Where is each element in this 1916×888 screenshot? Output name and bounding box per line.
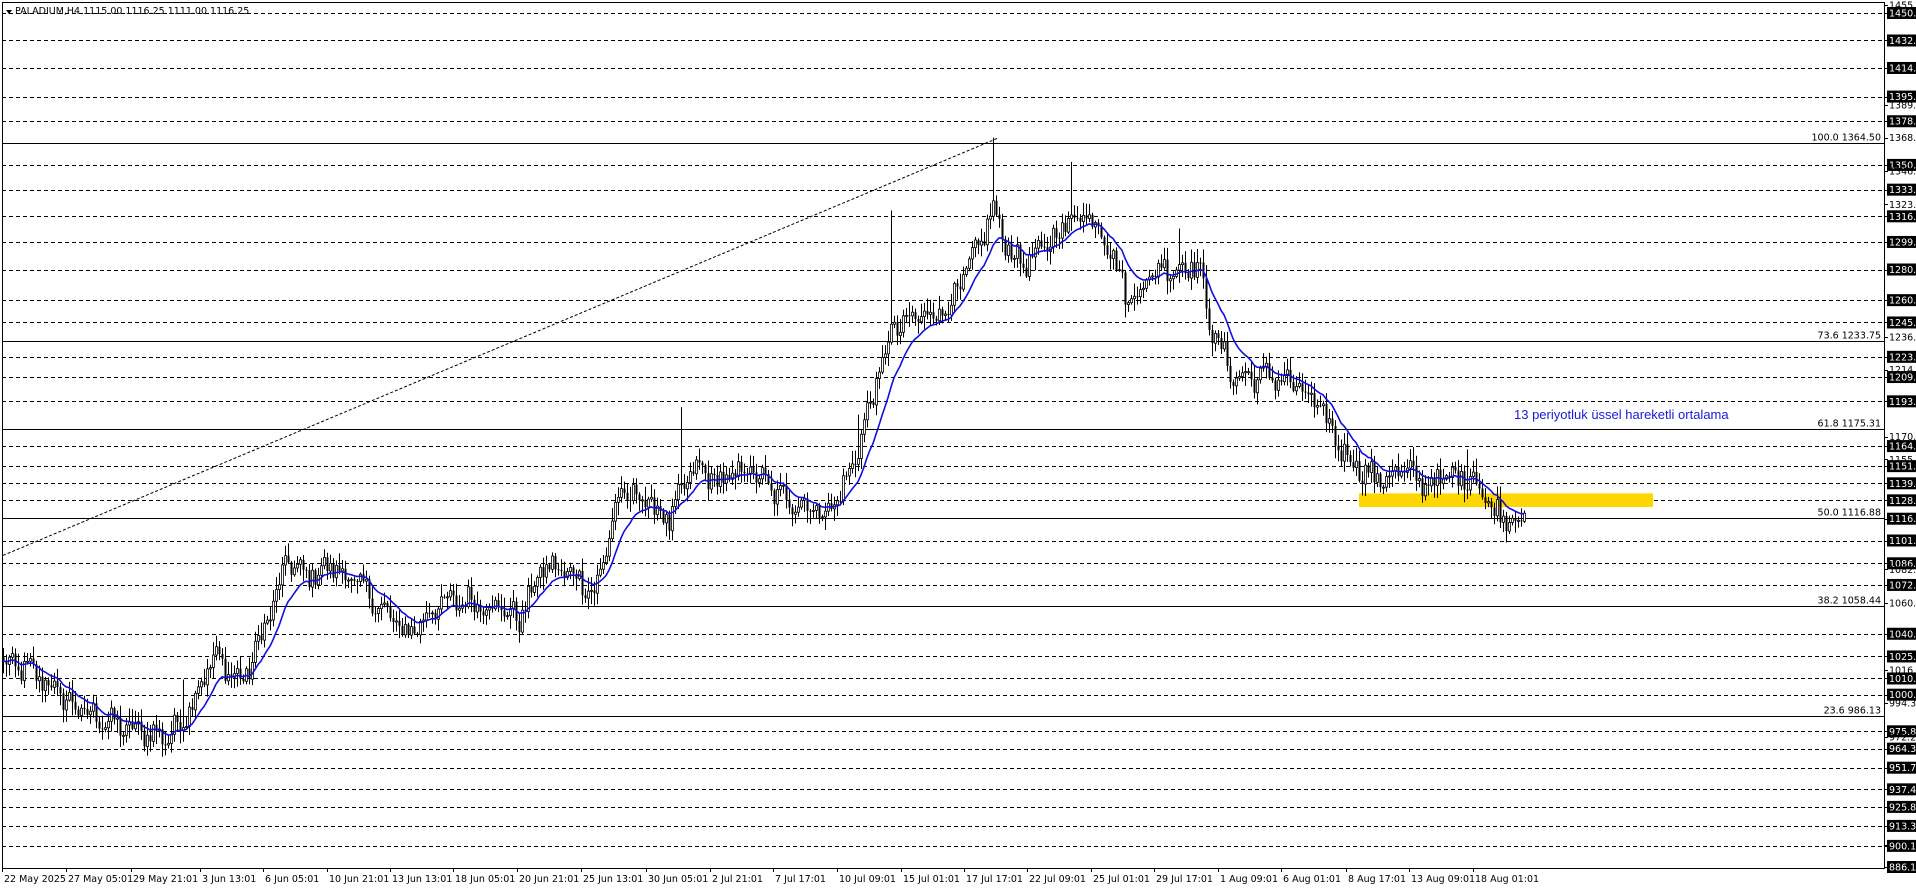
chart-header: PALADIUM,H4 1115.00 1116.25 1111.00 1116…	[6, 6, 249, 17]
price-label: 1072.50	[1889, 580, 1916, 591]
price-label: 1333.65	[1889, 185, 1916, 196]
price-label: 1323.90	[1889, 200, 1916, 211]
price-label: 1346.00	[1889, 166, 1916, 177]
price-label: 1101.85	[1889, 536, 1916, 547]
price-label: 1040.25	[1889, 629, 1916, 640]
price-label: 1209.85	[1889, 373, 1916, 384]
price-label: 1060.65	[1889, 598, 1916, 609]
price-label: 1128.40	[1889, 496, 1916, 507]
price-label: 1025.25	[1889, 652, 1916, 663]
price-label: 1082.75	[1889, 565, 1916, 576]
price-label: 1280.90	[1889, 265, 1916, 276]
time-label: 29 Jul 17:01	[1156, 874, 1213, 885]
price-label: 1378.85	[1889, 117, 1916, 128]
time-label: 1 Aug 09:01	[1220, 874, 1278, 885]
price-label: 972.20	[1889, 732, 1916, 743]
time-label: 6 Jun 05:01	[265, 874, 319, 885]
time-label: 25 Jun 13:01	[583, 874, 643, 885]
time-label: 22 Jul 09:01	[1029, 874, 1086, 885]
time-label: 27 May 05:01	[68, 874, 133, 885]
price-label: 994.35	[1889, 699, 1916, 710]
fibo-label-38.2: 38.2 1058.44	[1818, 596, 1881, 607]
candle	[1091, 212, 1094, 230]
price-label: 1139.65	[1889, 479, 1916, 490]
price-label: 1010.70	[1889, 674, 1916, 685]
price-label: 1245.90	[1889, 318, 1916, 329]
fibo-label-50.0: 50.0 1116.88	[1818, 508, 1881, 519]
ema-annotation: 13 periyotluk üssel hareketli ortalama	[1514, 407, 1729, 422]
price-label: 1193.80	[1889, 397, 1916, 408]
time-label: 25 Jul 01:01	[1093, 874, 1150, 885]
price-label: 913.30	[1889, 821, 1916, 832]
fibo-label-100.0: 100.0 1364.50	[1811, 133, 1881, 144]
price-label: 1151.00	[1889, 462, 1916, 473]
price-label: 1316.05	[1889, 212, 1916, 223]
time-label: 3 Jun 13:01	[202, 874, 256, 885]
price-label: 964.35	[1889, 744, 1916, 755]
time-label: 10 Jul 09:01	[839, 874, 896, 885]
time-label: 10 Jun 21:01	[329, 874, 389, 885]
time-label: 8 Aug 17:01	[1348, 874, 1406, 885]
time-label: 13 Aug 09:01	[1411, 874, 1475, 885]
fibo-label-23.6: 23.6 986.13	[1824, 706, 1881, 717]
time-label: 30 Jun 05:01	[648, 874, 708, 885]
price-label: 1389.55	[1889, 101, 1916, 112]
price-label: 1164.25	[1889, 442, 1916, 453]
price-label: 1414.05	[1889, 63, 1916, 74]
candle	[1115, 247, 1118, 272]
price-label: 886.15	[1889, 863, 1916, 874]
time-label: 13 Jun 13:01	[392, 874, 452, 885]
chart-background	[0, 0, 1916, 888]
price-label: 900.10	[1889, 841, 1916, 852]
time-label: 15 Jul 01:01	[903, 874, 960, 885]
time-label: 22 May 2025	[4, 874, 66, 885]
price-label: 1299.10	[1889, 237, 1916, 248]
time-label: 29 May 21:01	[133, 874, 198, 885]
price-chart[interactable]: 100.0 1364.50 73.6 1233.75 61.8 1175.31 50.…	[0, 0, 1916, 888]
price-label: 1260.65	[1889, 296, 1916, 307]
price-label: 1368.10	[1889, 133, 1916, 144]
price-label: 1236.15	[1889, 333, 1916, 344]
price-label: 951.75	[1889, 763, 1916, 774]
time-label: 20 Jun 21:01	[519, 874, 579, 885]
time-label: 18 Jun 05:01	[455, 874, 515, 885]
price-label: 937.45	[1889, 785, 1916, 796]
time-label: 7 Jul 17:01	[775, 874, 826, 885]
time-label: 17 Jul 17:01	[966, 874, 1023, 885]
fibo-label-61.8: 61.8 1175.31	[1818, 419, 1881, 430]
price-label: 925.85	[1889, 802, 1916, 813]
fibo-label-73.6: 73.6 1233.75	[1818, 331, 1881, 342]
price-label: 1116.25	[1889, 514, 1916, 525]
time-label: 18 Aug 01:01	[1475, 874, 1539, 885]
price-label: 1432.20	[1889, 36, 1916, 47]
time-label: 2 Jul 21:01	[712, 874, 763, 885]
price-label: 1223.20	[1889, 352, 1916, 363]
price-label: 1450.35	[1889, 9, 1916, 20]
symbol-line: PALADIUM,H4 1115.00 1116.25 1111.00 1116…	[15, 6, 249, 17]
time-label: 6 Aug 01:01	[1283, 874, 1341, 885]
